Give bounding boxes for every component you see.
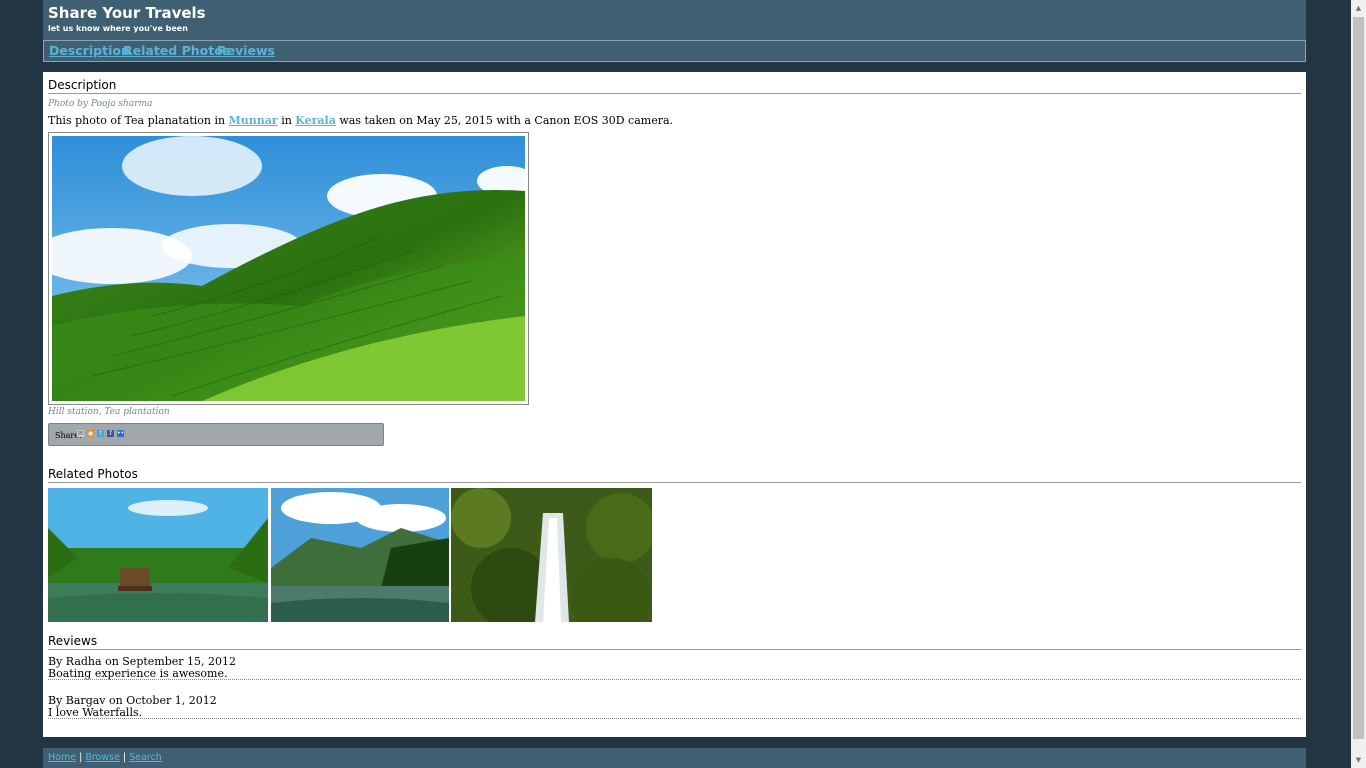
related-photos-heading: Related Photos [48,467,1301,483]
desc-prefix: This photo of Tea planatation in [48,114,226,127]
page-wrapper: Share Your Travels let us know where you… [43,0,1306,737]
description-heading: Description [48,78,1301,94]
site-header: Share Your Travels let us know where you… [43,0,1306,62]
nav-description-link[interactable]: Description [49,43,130,58]
twitter-icon[interactable]: t [97,430,104,437]
main-photo-frame [48,132,529,405]
site-footer: Home | Browse | Search [43,748,1306,768]
main-content: Description Photo by Pooja sharma This p… [43,72,1306,737]
footer-links: Home | Browse | Search [48,752,162,763]
site-subtitle: let us know where you've been [48,24,188,33]
footer-browse-link[interactable]: Browse [85,752,120,763]
email-icon[interactable]: ✉ [77,430,84,437]
footer-separator: | [79,752,83,763]
facebook-icon[interactable]: f [107,430,114,437]
scrollbar-thumb[interactable] [1353,17,1364,739]
city-link[interactable]: Munnar [229,114,278,127]
site-title: Share Your Travels [48,4,206,22]
related-photo-mountain-lake[interactable] [271,488,449,622]
reviews-heading: Reviews [48,634,1301,650]
scroll-up-arrow-icon[interactable]: ▲ [1351,0,1366,16]
rss-icon[interactable]: ◉ [87,430,94,437]
related-photo-backwaters[interactable] [48,488,268,622]
nav-related-photos-link[interactable]: Related Photos [123,43,230,58]
photo-description: This photo of Tea planatation in Munnar … [48,114,673,127]
review-divider [48,679,1301,680]
main-nav: Description Related Photos Reviews [43,40,1306,62]
vertical-scrollbar[interactable]: ▲ ▼ [1351,0,1366,768]
footer-separator: | [122,752,127,763]
region-link[interactable]: Kerala [295,114,336,127]
related-photo-waterfall[interactable] [451,488,652,622]
nav-reviews-link[interactable]: Reviews [217,43,275,58]
share-bar: Share: ✉ ◉ t f •• [48,423,384,446]
tea-plantation-photo [52,136,525,401]
footer-home-link[interactable]: Home [48,752,76,763]
footer-search-link[interactable]: Search [129,752,162,763]
flickr-icon[interactable]: •• [117,430,124,437]
desc-suffix: was taken on May 25, 2015 with a Canon E… [339,114,674,127]
photo-byline: Photo by Pooja sharma [48,99,153,109]
review-divider [48,718,1301,719]
desc-mid: in [281,114,292,127]
scroll-down-arrow-icon[interactable]: ▼ [1351,752,1366,768]
photo-tags: Hill station, Tea plantation [48,407,170,417]
